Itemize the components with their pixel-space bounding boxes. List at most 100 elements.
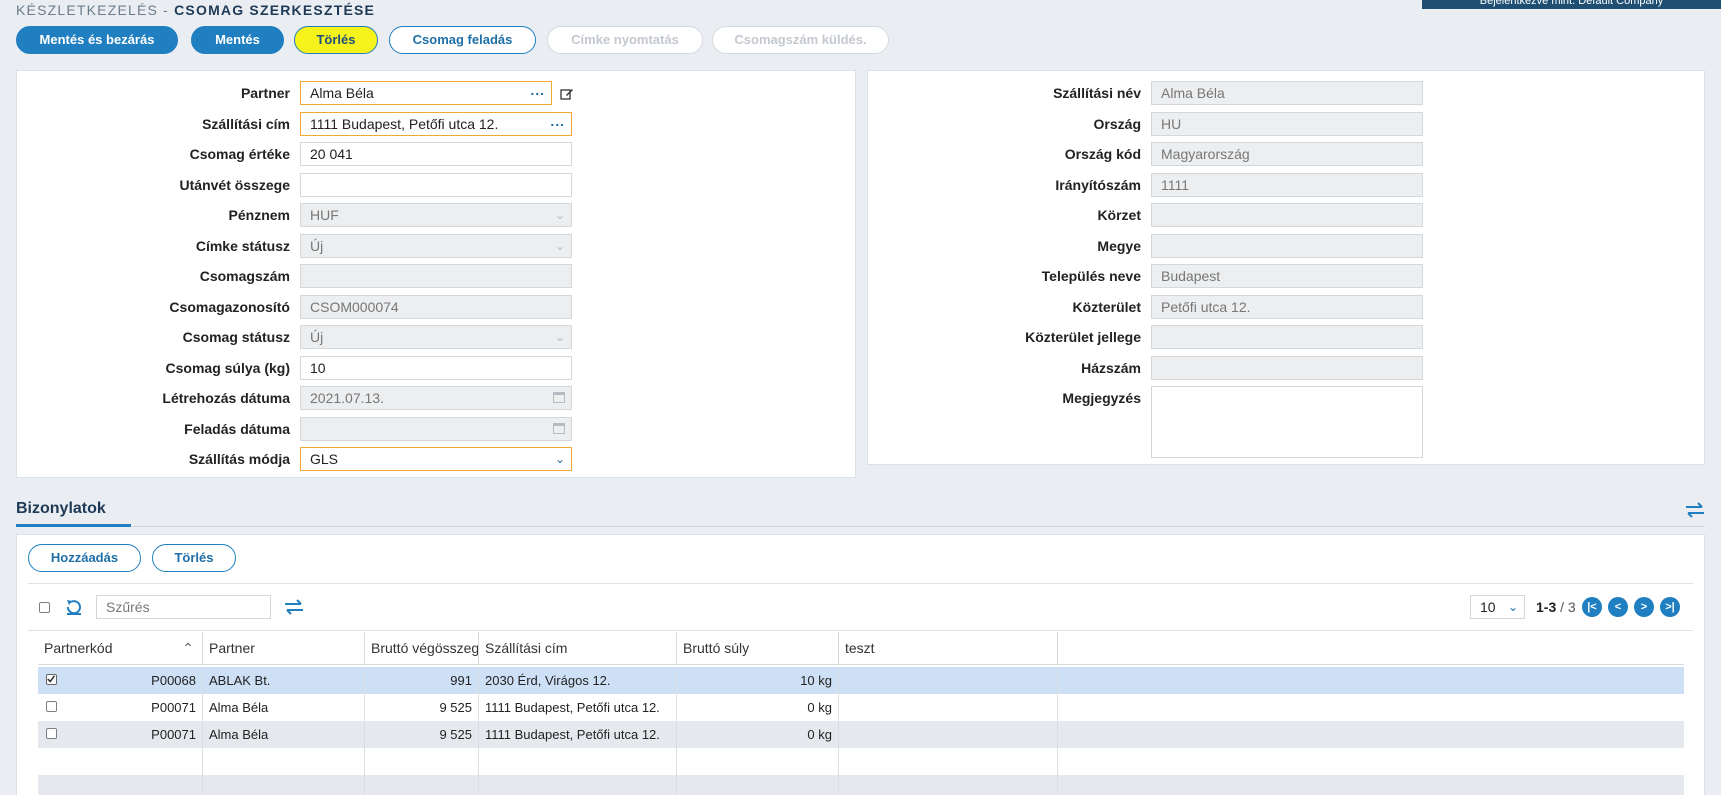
address-field[interactable]: 1111 Budapest, Petőfi utca 12.... [300,112,572,136]
street-field: Petőfi utca 12. [1151,295,1423,319]
breadcrumb-parent[interactable]: KÉSZLETKEZELÉS - [16,2,169,18]
delete-button[interactable]: Törlés [294,26,378,54]
select-all-checkbox[interactable] [39,602,50,613]
cell-empty [38,748,203,775]
package-number-label: Csomagszám [199,268,290,284]
table-row[interactable]: P00071 Alma Béla 9 525 1111 Budapest, Pe… [38,694,1684,721]
table-row[interactable]: P00071 Alma Béla 9 525 1111 Budapest, Pe… [38,721,1684,748]
cod-field[interactable] [300,173,572,197]
note-textarea[interactable] [1151,386,1423,458]
package-value-field[interactable]: 20 041 [300,142,572,166]
column-header-partner-code[interactable]: Partnerkód ⌃ [38,632,203,664]
first-page-icon[interactable]: |< [1582,597,1602,617]
send-package-number-button: Csomagszám küldés. [712,26,889,54]
created-date-field: 2021.07.13. [300,386,572,410]
package-status-select: Új ⌄ [300,325,572,349]
prev-page-icon[interactable]: < [1608,597,1628,617]
tab-divider [16,526,1705,527]
calendar-icon [553,392,565,403]
filter-input[interactable]: Szűrés [96,595,271,619]
swap-icon[interactable] [283,598,305,616]
top-bar: KÉSZLETKEZELÉS - CSOMAG SZERKESZTÉSE Bej… [0,0,1721,62]
cell-address: 2030 Érd, Virágos 12. [479,667,677,694]
page-range: 1-3 [1536,599,1557,615]
house-number-field [1151,356,1423,380]
page-size-select[interactable]: 10 ⌄ [1470,595,1525,619]
shipping-method-label: Szállítás módja [188,451,290,467]
partner-label: Partner [240,85,290,101]
cell-teszt [839,694,1058,721]
country-code-field: Magyarország [1151,142,1423,166]
created-date-label: Létrehozás dátuma [162,390,290,406]
label-status-label: Címke státusz [195,238,290,254]
partner-lookup-icon[interactable]: ... [530,82,545,101]
zip-label: Irányítószám [1055,177,1141,193]
cell-gross-weight: 0 kg [677,721,839,748]
cell-partner-code: P00068 [38,667,203,694]
breadcrumb: KÉSZLETKEZELÉS - CSOMAG SZERKESZTÉSE [16,2,375,18]
cell-empty [677,748,839,775]
package-id-field: CSOM000074 [300,295,572,319]
column-header-gross-weight[interactable]: Bruttó súly [677,632,839,664]
cell-teszt [839,667,1058,694]
package-id-label: Csomagazonosító [169,299,290,315]
cell-empty [839,775,1058,795]
package-number-field [300,264,572,288]
country-field: HU [1151,112,1423,136]
grid-top-border [28,630,1693,631]
tab-documents[interactable]: Bizonylatok [16,500,106,518]
county-field [1151,234,1423,258]
row-checkbox[interactable] [46,728,57,739]
chevron-down-icon[interactable]: ⌄ [1508,596,1518,618]
column-header-partner[interactable]: Partner [203,632,365,664]
zip-field: 1111 [1151,173,1423,197]
cell-empty [479,748,677,775]
save-close-button[interactable]: Mentés és bezárás [16,26,178,54]
save-button[interactable]: Mentés [191,26,284,54]
city-field: Budapest [1151,264,1423,288]
package-status-label: Csomag státusz [182,329,290,345]
cell-address: 1111 Budapest, Petőfi utca 12. [479,721,677,748]
refresh-icon[interactable] [64,597,84,617]
swap-icon[interactable] [1684,501,1706,519]
cell-gross-weight: 10 kg [677,667,839,694]
weight-field[interactable]: 10 [300,356,572,380]
pagination-info: 1-3 / 3 [1536,599,1576,615]
shipping-name-label: Szállítási név [1053,85,1141,101]
row-checkbox[interactable] [46,701,57,712]
column-header-teszt[interactable]: teszt [839,632,1058,664]
currency-select: HUF ⌄ [300,203,572,227]
column-header-address[interactable]: Szállítási cím [479,632,677,664]
sent-date-field [300,417,572,441]
shipping-name-field: Alma Béla [1151,81,1423,105]
header-divider [38,664,1684,665]
chevron-down-icon[interactable]: ⌄ [555,448,565,470]
street-type-label: Közterület jellege [1025,329,1141,345]
cell-empty [839,748,1058,775]
table-row-empty [38,748,1684,775]
last-page-icon[interactable]: >| [1660,597,1680,617]
add-document-button[interactable]: Hozzáadás [28,544,141,572]
country-label: Ország [1093,116,1141,132]
row-checkbox[interactable] [46,674,57,685]
cell-gross-total: 9 525 [365,694,479,721]
shipping-method-select[interactable]: GLS ⌄ [300,447,572,471]
column-header-gross-total[interactable]: Bruttó végösszeg [365,632,479,664]
next-page-icon[interactable]: > [1634,597,1654,617]
cell-empty [203,748,365,775]
district-field [1151,203,1423,227]
chevron-down-icon: ⌄ [554,208,565,222]
tab-active-indicator [16,524,131,527]
partner-field[interactable]: Alma Béla... [300,81,552,105]
cell-gross-total: 9 525 [365,721,479,748]
cell-partner-code: P00071 [38,721,203,748]
package-value-label: Csomag értéke [189,146,290,162]
weight-label: Csomag súlya (kg) [165,360,290,376]
county-label: Megye [1097,238,1141,254]
edit-icon[interactable] [560,87,574,101]
table-row[interactable]: P00068 ABLAK Bt. 991 2030 Érd, Virágos 1… [38,667,1684,694]
address-lookup-icon[interactable]: ... [550,113,565,132]
cell-partner: Alma Béla [203,694,365,721]
send-package-button[interactable]: Csomag feladás [389,26,536,54]
delete-document-button[interactable]: Törlés [152,544,236,572]
